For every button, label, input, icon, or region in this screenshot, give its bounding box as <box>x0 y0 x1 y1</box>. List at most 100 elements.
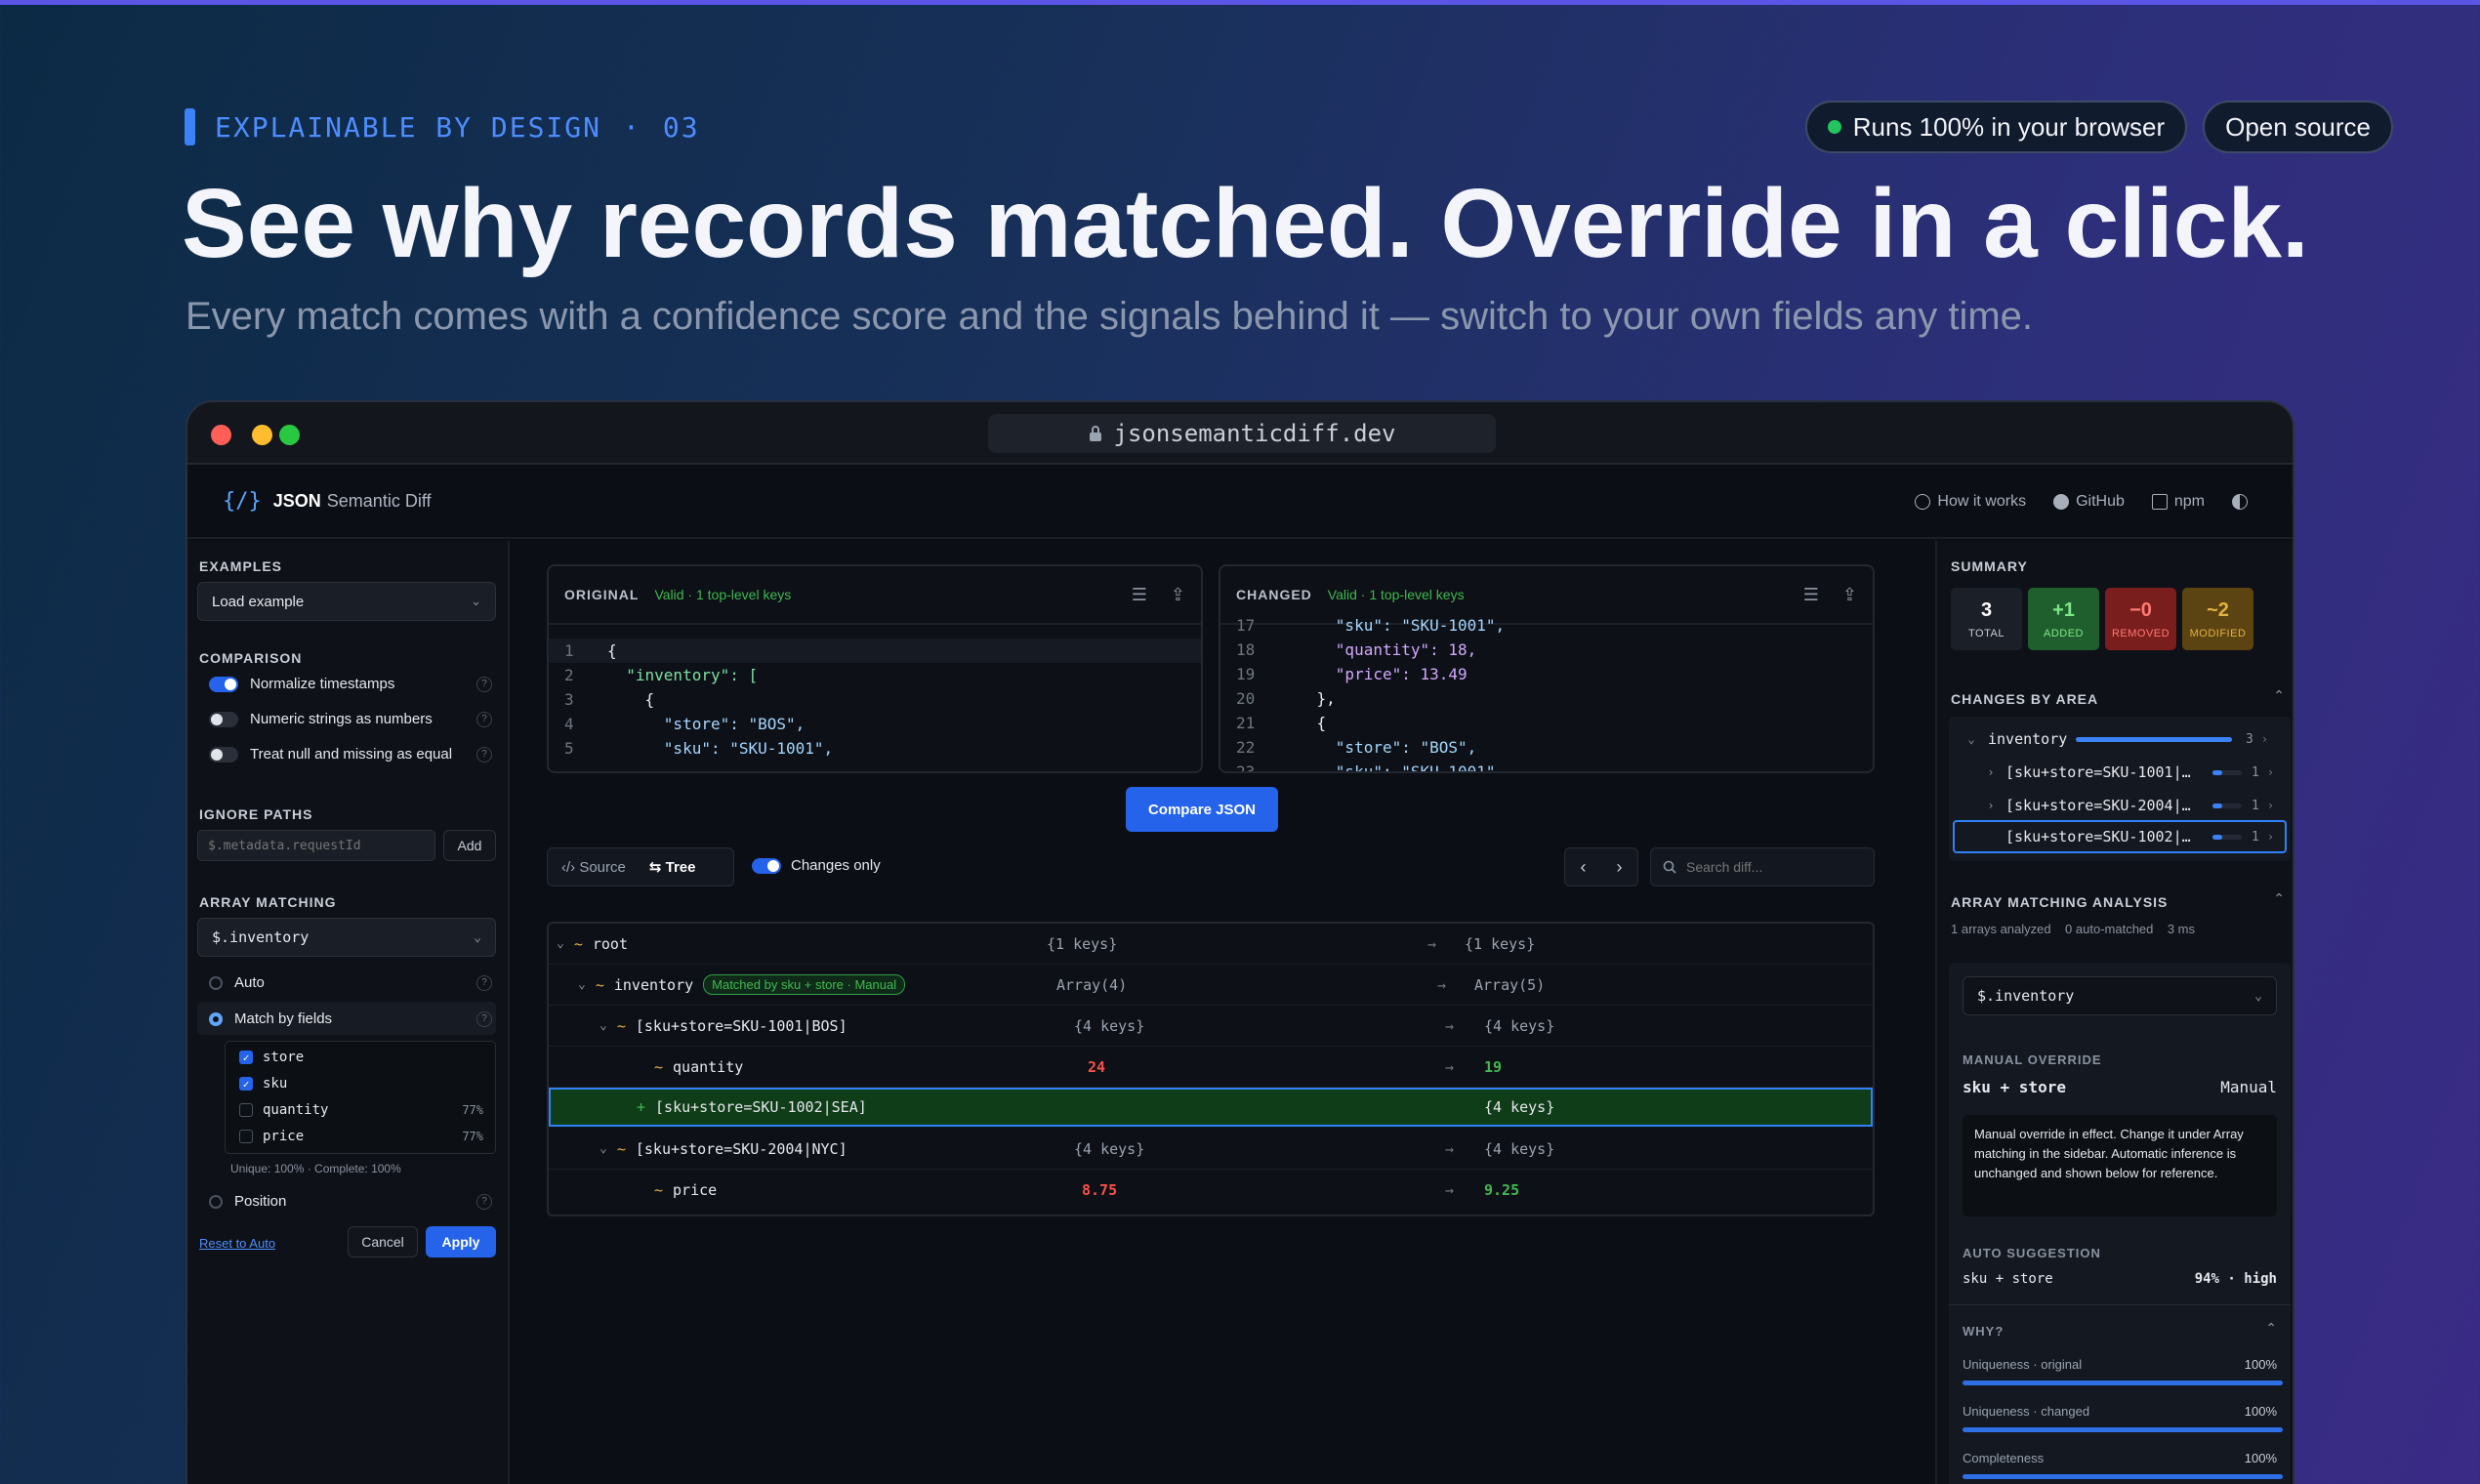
reset-to-auto-link[interactable]: Reset to Auto <box>199 1236 275 1251</box>
cancel-button[interactable]: Cancel <box>348 1226 418 1257</box>
analysis-array-select[interactable]: $.inventory ⌄ <box>1963 976 2277 1015</box>
radio-button[interactable] <box>209 1194 223 1209</box>
original-editor[interactable]: ORIGINAL Valid · 1 top-level keys ☰ ⇪ 1{ … <box>547 564 1203 773</box>
changes-only-toggle[interactable]: Changes only <box>752 857 881 874</box>
field-item-quantity[interactable]: quantity 77% <box>239 1102 483 1118</box>
tree-row-selected-added[interactable]: + [sku+store=SKU-1002|SEA] {4 keys} <box>549 1088 1873 1127</box>
stat-removed: −0 REMOVED <box>2105 588 2176 650</box>
checkbox[interactable] <box>239 1130 253 1143</box>
summary-panel: SUMMARY 3 TOTAL +1 ADDED −0 REMOVED ~2 MODIF… <box>1935 541 2293 1484</box>
compare-json-button[interactable]: Compare JSON <box>1126 787 1278 832</box>
field-item-sku[interactable]: ✓ sku <box>239 1076 483 1092</box>
tree-row[interactable]: ~ price 8.75 → 9.25 <box>549 1170 1873 1211</box>
pill-open-source[interactable]: Open source <box>2203 101 2393 153</box>
chevron-right-icon: › <box>2266 830 2275 844</box>
examples-select[interactable]: Load example ⌄ <box>197 582 496 621</box>
why-row: Uniqueness · changed 100% <box>1963 1404 2277 1419</box>
search-diff[interactable] <box>1650 847 1875 886</box>
why-label: Uniqueness · changed <box>1963 1404 2090 1419</box>
left-value: {4 keys} <box>1074 1016 1145 1035</box>
chevron-down-icon[interactable]: ⌄ <box>599 1141 607 1156</box>
help-icon[interactable]: ? <box>476 746 492 763</box>
tab-source[interactable]: ‹/› Source <box>561 859 626 876</box>
radio-auto[interactable]: Auto ? <box>209 974 492 991</box>
changed-editor[interactable]: CHANGED Valid · 1 top-level keys ☰ ⇪ 17 "… <box>1219 564 1875 773</box>
format-icon[interactable]: ☰ <box>1803 585 1819 605</box>
chevron-down-icon[interactable]: ⌄ <box>578 977 586 992</box>
tree-row[interactable]: ~ quantity 24 → 19 <box>549 1047 1873 1088</box>
upload-icon[interactable]: ⇪ <box>1842 585 1857 605</box>
chevron-down-icon[interactable]: ⌄ <box>599 1018 607 1033</box>
switch-off[interactable] <box>209 711 238 727</box>
tree-row[interactable]: ⌄ ~ inventory Matched by sku + store · Manu… <box>549 965 1873 1006</box>
checkbox-checked[interactable]: ✓ <box>239 1051 253 1064</box>
tree-row[interactable]: ⌄ ~ [sku+store=SKU-1001|BOS] {4 keys} → {4… <box>549 1006 1873 1047</box>
toggle-normalize-timestamps[interactable]: Normalize timestamps ? <box>209 676 492 692</box>
nav-npm-label: npm <box>2173 493 2205 510</box>
next-change-icon[interactable]: › <box>1617 857 1623 878</box>
tree-row[interactable]: ⌄ ~ root {1 keys} → {1 keys} <box>549 924 1873 965</box>
prev-change-icon[interactable]: ‹ <box>1581 857 1587 878</box>
apply-button[interactable]: Apply <box>426 1226 496 1257</box>
original-code[interactable]: 1{ 2 "inventory": [ 3 { 4 "store": "BOS"… <box>549 625 1201 761</box>
changed-code[interactable]: 17 "sku": "SKU-1001", 18 "quantity": 18,… <box>1220 613 1873 771</box>
theme-toggle[interactable] <box>2232 494 2248 510</box>
area-item-inventory[interactable]: ⌄ inventory 3 › <box>1949 721 2291 758</box>
radio-button[interactable] <box>209 975 223 990</box>
area-name: [sku+store=SKU-1002|… <box>2005 828 2191 845</box>
chevron-down-icon[interactable]: ⌄ <box>557 936 564 951</box>
array-path-select[interactable]: $.inventory ⌄ <box>197 918 496 957</box>
original-editor-header: ORIGINAL Valid · 1 top-level keys ☰ ⇪ <box>549 566 1201 625</box>
changed-valid-status: Valid · 1 top-level keys <box>1327 587 1465 602</box>
arrow-right-icon: → <box>1437 975 1447 994</box>
nav-how-it-works[interactable]: How it works <box>1915 493 2026 511</box>
maximize-window-icon[interactable] <box>279 425 300 445</box>
chevron-right-icon: › <box>2266 799 2275 812</box>
toggle-numeric-strings[interactable]: Numeric strings as numbers ? <box>209 711 492 727</box>
area-item[interactable]: › [sku+store=SKU-1001|… 1 › <box>1949 754 2291 791</box>
app-logo[interactable]: {/} JSON Semantic Diff <box>223 489 432 514</box>
close-window-icon[interactable] <box>211 425 231 445</box>
diff-nav: ‹ › <box>1564 847 1638 886</box>
chevron-down-icon: ⌄ <box>2254 988 2262 1004</box>
array-path-value: $.inventory <box>212 928 310 946</box>
tree-row[interactable]: ⌄ ~ [sku+store=SKU-2004|NYC] {4 keys} → {4… <box>549 1129 1873 1170</box>
chevron-up-icon[interactable]: ⌃ <box>2273 687 2285 704</box>
node-name: price <box>673 1181 718 1199</box>
help-icon[interactable]: ? <box>476 1010 492 1027</box>
address-bar[interactable]: jsonsemanticdiff.dev <box>988 414 1496 453</box>
line-number: 19 <box>1236 665 1256 683</box>
radio-button-selected[interactable] <box>209 1011 223 1026</box>
help-icon[interactable]: ? <box>476 974 492 991</box>
switch-on[interactable] <box>209 676 238 692</box>
eyebrow-label: EXPLAINABLE BY DESIGN <box>215 110 602 144</box>
add-ignore-path-button[interactable]: Add <box>443 830 496 861</box>
radio-match-by-fields[interactable]: Match by fields ? <box>209 1010 492 1027</box>
checkbox[interactable] <box>239 1103 253 1117</box>
toggle-null-missing[interactable]: Treat null and missing as equal ? <box>209 746 492 763</box>
format-icon[interactable]: ☰ <box>1132 585 1147 605</box>
chevron-up-icon[interactable]: ⌃ <box>2265 1320 2277 1337</box>
radio-position[interactable]: Position ? <box>209 1193 492 1210</box>
right-value: {4 keys} <box>1484 1098 1555 1116</box>
help-icon[interactable]: ? <box>476 711 492 727</box>
stat-total: 3 TOTAL <box>1951 588 2022 650</box>
switch-on[interactable] <box>752 857 781 874</box>
help-icon[interactable]: ? <box>476 1193 492 1210</box>
checkbox-checked[interactable]: ✓ <box>239 1077 253 1091</box>
switch-off[interactable] <box>209 746 238 763</box>
area-item[interactable]: › [sku+store=SKU-2004|… 1 › <box>1949 787 2291 824</box>
tab-tree[interactable]: ⇆ Tree <box>649 858 696 876</box>
chevron-up-icon[interactable]: ⌃ <box>2273 890 2285 907</box>
help-icon[interactable]: ? <box>476 676 492 692</box>
field-item-store[interactable]: ✓ store <box>239 1050 483 1065</box>
ignore-path-input[interactable] <box>197 830 435 861</box>
nav-npm[interactable]: npm <box>2151 493 2205 511</box>
minimize-window-icon[interactable] <box>252 425 272 445</box>
area-item-selected[interactable]: [sku+store=SKU-1002|… 1 › <box>1953 820 2287 853</box>
search-diff-input[interactable] <box>1686 859 1862 875</box>
field-item-price[interactable]: price 77% <box>239 1129 483 1144</box>
nav-github[interactable]: GitHub <box>2053 493 2125 511</box>
upload-icon[interactable]: ⇪ <box>1171 585 1185 605</box>
node-name: inventory <box>613 975 694 994</box>
